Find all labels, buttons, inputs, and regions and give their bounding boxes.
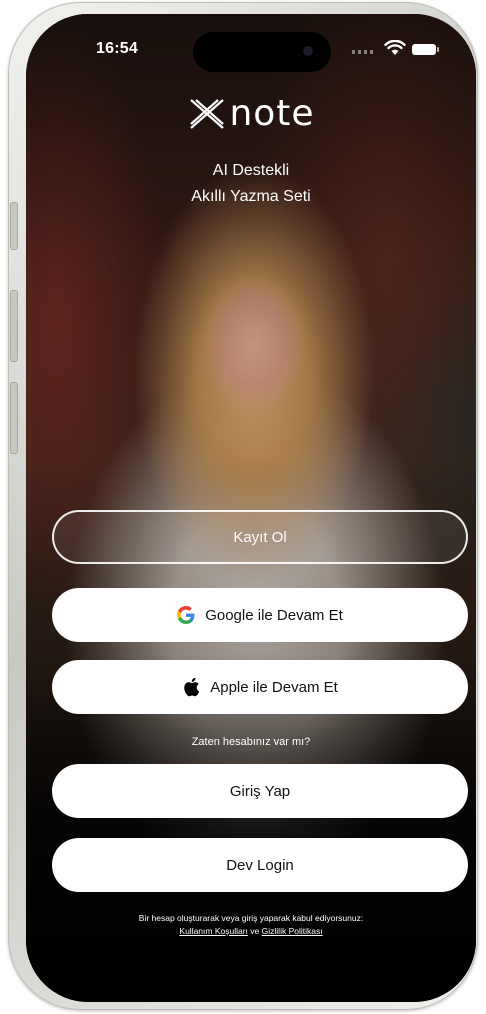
brand-logo: note: [26, 94, 476, 136]
legal-notice: Bir hesap oluşturarak veya giriş yaparak…: [26, 912, 476, 938]
logo-mark-icon: [190, 99, 225, 129]
home-indicator: [186, 986, 316, 991]
tagline-line-1: AI Destekli: [212, 162, 290, 179]
register-label: Kayıt Ol: [233, 528, 287, 546]
have-account-text: Zaten hesabınız var mı?: [191, 736, 311, 748]
google-label: Google ile Devam Et: [205, 606, 343, 624]
google-continue-button[interactable]: Google ile Devam Et: [52, 588, 468, 642]
battery-icon: [412, 44, 439, 55]
volume-down-button: [10, 382, 18, 454]
dev-login-button[interactable]: Dev Login: [52, 838, 468, 892]
xnote-logo: note: [187, 94, 314, 134]
logo-text: note: [229, 93, 315, 134]
tagline-line-2: Akıllı Yazma Seti: [191, 188, 311, 205]
google-icon: [177, 606, 195, 624]
phone-frame: 16:54 note AI Destekli Akıllı Yazma Seti: [8, 2, 478, 1010]
volume-up-button: [10, 290, 18, 362]
legal-and: ve: [250, 926, 260, 936]
login-label: Giriş Yap: [229, 782, 291, 800]
legal-text: Bir hesap oluşturarak veya giriş yaparak…: [138, 913, 364, 923]
terms-link[interactable]: Kullanım Koşulları: [179, 926, 248, 936]
camera-icon: [303, 46, 313, 56]
status-bar: 16:54: [26, 14, 476, 74]
screen: 16:54 note AI Destekli Akıllı Yazma Seti: [26, 14, 476, 1002]
login-button[interactable]: Giriş Yap: [52, 764, 468, 818]
apple-icon: [182, 677, 200, 697]
legal-links: Kullanım Koşulları ve Gizlilik Politikas…: [26, 925, 476, 938]
register-button[interactable]: Kayıt Ol: [52, 510, 468, 564]
privacy-link[interactable]: Gizlilik Politikası: [262, 926, 323, 936]
status-time: 16:54: [96, 40, 138, 57]
apple-label: Apple ile Devam Et: [210, 678, 338, 696]
signal-icon: [352, 50, 376, 54]
wifi-icon: [384, 40, 406, 55]
dynamic-island: [193, 32, 331, 72]
apple-continue-button[interactable]: Apple ile Devam Et: [52, 660, 468, 714]
silent-switch: [10, 202, 18, 250]
dev-login-label: Dev Login: [226, 856, 294, 874]
